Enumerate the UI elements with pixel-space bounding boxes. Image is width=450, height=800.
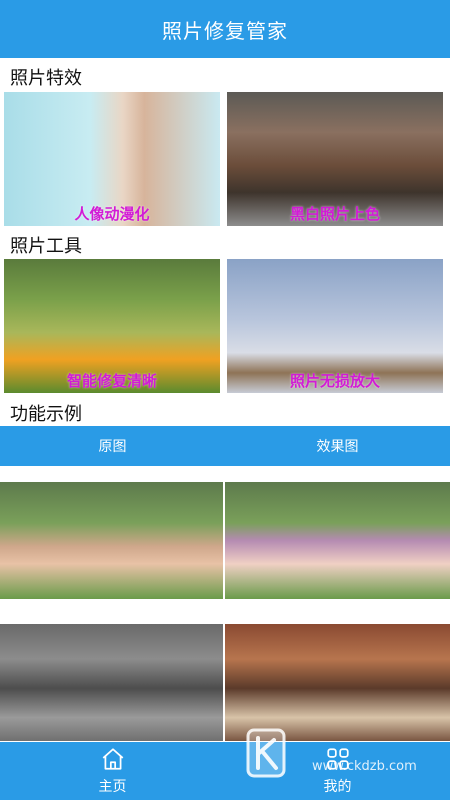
example-girl-original: [0, 482, 223, 599]
home-icon: [102, 748, 123, 770]
example-town-original: [0, 624, 223, 741]
card-repair[interactable]: 智能修复清晰: [4, 259, 220, 393]
compare-original-label: 原图: [98, 439, 127, 455]
compare-result-label: 效果图: [316, 439, 359, 455]
card-enlarge-label: 照片无损放大: [289, 372, 380, 390]
card-bw-label: 黑白照片上色: [289, 205, 380, 223]
tab-home[interactable]: 主页: [0, 742, 225, 800]
section-title-examples: 功能示例: [10, 404, 82, 425]
app-header: 照片修复管家: [0, 0, 450, 58]
tab-home-label: 主页: [98, 779, 127, 795]
example-town-result: [225, 624, 450, 741]
card-repair-label: 智能修复清晰: [66, 372, 157, 390]
watermark: www.ckdzb.com: [242, 726, 442, 786]
watermark-logo-icon: [246, 728, 286, 778]
card-bw-colorize[interactable]: 黑白照片上色: [227, 92, 443, 226]
compare-bar: 原图 效果图: [0, 426, 450, 466]
card-enlarge[interactable]: 照片无损放大: [227, 259, 443, 393]
app-title: 照片修复管家: [162, 18, 288, 43]
example-girl-result: [225, 482, 450, 599]
section-title-effects: 照片特效: [10, 68, 82, 89]
card-anime[interactable]: 人像动漫化: [4, 92, 220, 226]
card-anime-label: 人像动漫化: [74, 205, 150, 223]
watermark-url: www.ckdzb.com: [312, 759, 417, 774]
section-title-tools: 照片工具: [10, 236, 82, 257]
